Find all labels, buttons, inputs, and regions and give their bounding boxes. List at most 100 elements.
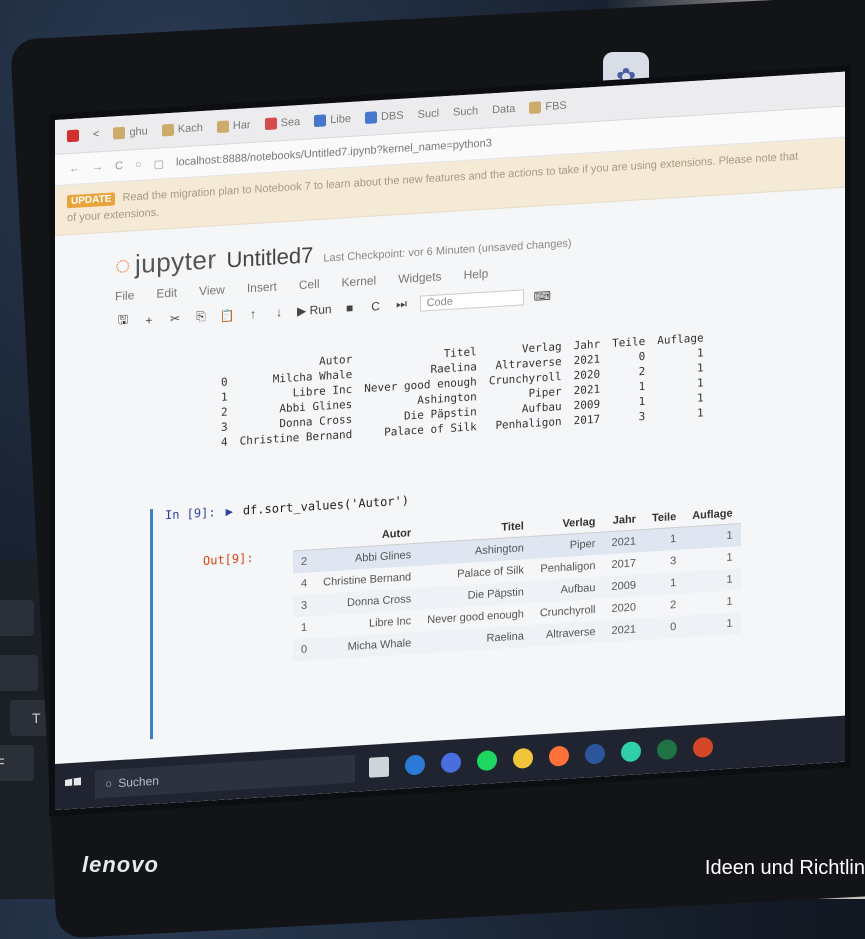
stop-icon[interactable]: ■ xyxy=(342,300,358,315)
lenovo-logo: lenovo xyxy=(82,852,159,877)
table-cell: 1 xyxy=(221,390,228,404)
menu-edit[interactable]: Edit xyxy=(156,286,177,301)
menu-insert[interactable]: Insert xyxy=(247,279,277,295)
menu-cell[interactable]: Cell xyxy=(299,277,320,292)
search-placeholder: Suchen xyxy=(118,773,159,791)
table-header xyxy=(293,529,316,551)
jupyter-ring-icon: ◌ xyxy=(115,249,131,281)
table-cell: 2 xyxy=(221,405,228,419)
table-cell: 0 xyxy=(643,615,685,640)
table-header: Jahr xyxy=(603,508,644,532)
browser-tab[interactable]: Sea xyxy=(264,116,300,131)
taskbar-search[interactable]: ○ Suchen xyxy=(95,754,355,799)
update-badge: UPDATE xyxy=(67,192,116,209)
reload-icon[interactable]: C xyxy=(115,160,123,172)
code-input[interactable]: df.sort_values('Autor') xyxy=(243,493,409,517)
insert-cell-icon[interactable]: + xyxy=(141,312,157,327)
keyboard-key-f: F xyxy=(0,745,34,781)
table-cell: 3 xyxy=(638,409,646,424)
table-cell: 1 xyxy=(643,571,685,596)
table-cell: 2017 xyxy=(611,557,636,571)
menu-view[interactable]: View xyxy=(199,283,225,299)
search-icon: ○ xyxy=(105,776,113,791)
table-cell: 4 xyxy=(221,435,228,449)
table-cell: 1 xyxy=(301,621,308,634)
table-cell: 2 xyxy=(670,599,677,612)
browser-tab[interactable]: ghu xyxy=(113,125,148,140)
folder-icon xyxy=(113,126,126,140)
copy-icon[interactable]: ⎘ xyxy=(193,309,209,325)
dataframe-output: Autor Titel Verlag Jahr Teile Auflage 0M… xyxy=(215,330,710,450)
taskbar-app-icons xyxy=(369,736,713,778)
table-header xyxy=(215,359,234,375)
spotify-icon[interactable] xyxy=(477,749,497,772)
word-icon[interactable] xyxy=(585,743,605,765)
table-cell: 2017 xyxy=(573,412,601,428)
table-cell: 3 xyxy=(670,555,677,568)
notebook-title[interactable]: Untitled7 xyxy=(227,242,314,273)
firefox-icon[interactable] xyxy=(549,745,569,767)
browser-tab[interactable]: FBS xyxy=(529,100,567,114)
caption-text: Ideen und Richtlin xyxy=(704,857,865,879)
previous-output: Autor Titel Verlag Jahr Teile Auflage 0M… xyxy=(215,330,710,450)
browser-app-icon xyxy=(67,129,79,143)
cut-icon[interactable]: ✂ xyxy=(167,311,183,326)
back-icon[interactable]: ← xyxy=(69,162,80,175)
table-cell: 1 xyxy=(643,527,685,552)
windows-start-icon[interactable] xyxy=(65,777,81,794)
paste-icon[interactable]: 📋 xyxy=(219,307,235,323)
powerpoint-icon[interactable] xyxy=(693,736,713,758)
keyboard-icon[interactable]: ⌨ xyxy=(534,288,551,303)
explorer-icon[interactable] xyxy=(513,747,533,769)
folder-icon xyxy=(161,123,174,137)
browser-tab[interactable]: Such xyxy=(453,105,478,119)
tab-icon xyxy=(364,111,377,125)
browser-tab[interactable]: Libe xyxy=(314,113,351,128)
code-cell-selected[interactable]: In [9]: ▶ df.sort_values('Autor') Out[9]… xyxy=(150,474,741,740)
keyboard-key xyxy=(0,655,38,691)
table-cell: Altraverse xyxy=(531,620,604,647)
browser-tab[interactable]: Data xyxy=(492,103,515,116)
folder-icon xyxy=(216,120,229,134)
sorted-dataframe: Autor Titel Verlag Jahr Teile Auflage 2A… xyxy=(293,503,741,662)
search-tab-icon xyxy=(264,117,277,131)
out-prompt: Out[9]: xyxy=(203,550,254,568)
menu-kernel[interactable]: Kernel xyxy=(342,273,377,289)
table-cell: 3 xyxy=(221,420,228,434)
table-cell: 2021 xyxy=(603,617,644,643)
table-cell: 4 xyxy=(301,577,308,590)
menu-widgets[interactable]: Widgets xyxy=(398,269,441,286)
table-cell: 0 xyxy=(221,375,228,389)
keyboard-key xyxy=(0,600,34,636)
browser-tab[interactable]: Kach xyxy=(161,122,203,137)
in-prompt: In [9]: xyxy=(165,505,216,523)
forward-icon[interactable]: → xyxy=(92,161,103,174)
task-view-icon[interactable] xyxy=(369,756,389,778)
browser-tab[interactable]: Har xyxy=(216,119,251,134)
move-up-icon[interactable]: ↑ xyxy=(245,306,261,321)
cell-type-select[interactable]: Code xyxy=(419,288,524,312)
table-cell: 2020 xyxy=(611,601,636,615)
run-button[interactable]: ▶ Run xyxy=(297,302,332,318)
run-cell-icon[interactable]: ▶ xyxy=(226,504,233,518)
edge-icon[interactable] xyxy=(405,754,425,776)
menu-file[interactable]: File xyxy=(115,288,134,303)
restart-icon[interactable]: C xyxy=(368,298,384,314)
shield-icon: ○ xyxy=(134,158,142,172)
chrome-icon[interactable] xyxy=(441,752,461,774)
menu-help[interactable]: Help xyxy=(464,267,489,283)
back-arrow-icon[interactable]: < xyxy=(93,128,99,140)
tab-icon xyxy=(314,114,327,128)
table-cell: 1 xyxy=(684,612,741,638)
jupyter-logo[interactable]: ◌ jupyter xyxy=(115,244,217,281)
excel-icon[interactable] xyxy=(657,738,677,761)
table-cell: 3 xyxy=(293,594,316,618)
browser-tab[interactable]: DBS xyxy=(364,110,404,125)
browser-tab[interactable]: Sucl xyxy=(418,108,439,121)
save-icon[interactable]: 🖫 xyxy=(115,310,131,332)
table-cell: 2 xyxy=(293,549,316,574)
move-down-icon[interactable]: ↓ xyxy=(271,304,287,319)
banner-text-continued: of your extensions. xyxy=(67,206,160,225)
run-all-icon[interactable]: ⏭ xyxy=(394,296,410,312)
app-icon[interactable] xyxy=(621,741,641,763)
